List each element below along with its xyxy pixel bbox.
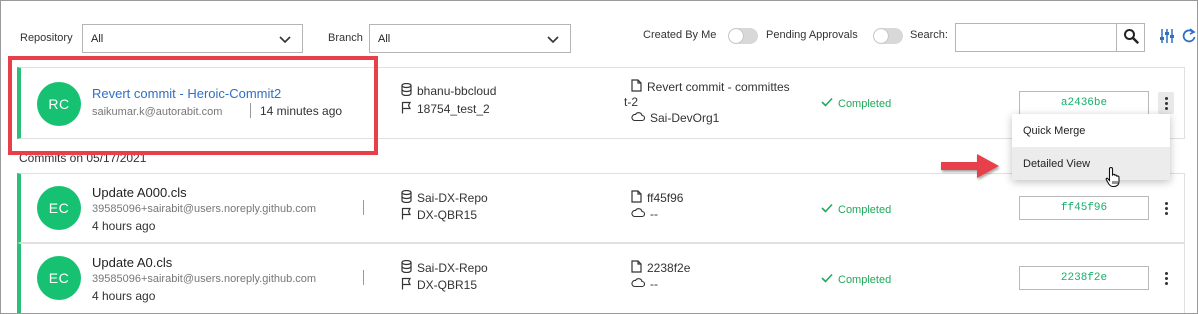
cloud-icon [631, 207, 646, 221]
org-info: -- [631, 207, 658, 221]
flag-icon [401, 207, 412, 223]
commit-ref: 2238f2e [647, 261, 691, 275]
repository-select[interactable]: All [82, 24, 303, 53]
separator [363, 270, 364, 285]
commit-ref-line1: Revert commit - committes [647, 80, 790, 94]
commit-author-email: 39585096+sairabit@users.noreply.github.c… [92, 273, 317, 285]
commit-row[interactable]: EC Update A0.cls 39585096+sairabit@users… [17, 243, 1185, 313]
more-options-icon[interactable] [1158, 197, 1174, 219]
toggle-knob [874, 29, 888, 43]
status-text: Completed [838, 273, 892, 286]
status-text: Completed [838, 203, 892, 216]
org-name: -- [650, 277, 658, 291]
status-text: Completed [838, 97, 892, 110]
status-badge: Completed [821, 203, 891, 216]
search-button[interactable] [1117, 23, 1145, 52]
check-icon [821, 97, 833, 110]
commit-title[interactable]: Update A0.cls [92, 255, 172, 270]
menu-item-detailed-view[interactable]: Detailed View [1012, 147, 1170, 180]
repository-info: Sai-DX-Repo [401, 259, 488, 276]
repository-label: Repository [20, 32, 73, 44]
toggle-knob [729, 29, 743, 43]
avatar: EC [37, 256, 81, 300]
org-name: -- [650, 207, 658, 221]
hand-cursor-icon [1105, 166, 1123, 191]
file-icon [631, 260, 642, 276]
commit-hash-button[interactable]: a2436be [1019, 91, 1149, 115]
repository-name: Sai-DX-Repo [417, 261, 488, 275]
separator [363, 200, 364, 215]
status-badge: Completed [821, 273, 891, 286]
flag-icon [401, 101, 412, 117]
branch-select-value: All [378, 33, 391, 45]
branch-select[interactable]: All [369, 24, 571, 53]
commit-hash-button[interactable]: 2238f2e [1019, 266, 1149, 290]
row-actions-menu: Quick Merge Detailed View [1012, 114, 1170, 180]
avatar: EC [37, 186, 81, 230]
branch-info: DX-QBR15 [401, 207, 477, 223]
commit-ref: ff45f96 [647, 191, 684, 205]
commit-ref-info: 2238f2e [631, 260, 690, 276]
branch-label: Branch [328, 32, 363, 44]
commit-ref-info: Revert commit - committes [631, 79, 790, 95]
org-info: Sai-DevOrg1 [631, 111, 719, 125]
status-badge: Completed [821, 97, 891, 110]
org-info: -- [631, 277, 658, 291]
database-icon [401, 82, 412, 99]
cloud-icon [631, 277, 646, 291]
filter-settings-icon[interactable] [1159, 28, 1175, 47]
flag-icon [401, 277, 412, 293]
annotation-arrow-icon [939, 151, 1003, 184]
repository-info: Sai-DX-Repo [401, 189, 488, 206]
commit-time: 4 hours ago [92, 289, 156, 303]
branch-info: 18754_test_2 [401, 101, 490, 117]
branch-name: DX-QBR15 [417, 208, 478, 222]
org-name: Sai-DevOrg1 [650, 111, 720, 125]
commit-time: 4 hours ago [92, 219, 156, 233]
cloud-icon [631, 111, 646, 125]
check-icon [821, 203, 833, 216]
commit-ref-info: ff45f96 [631, 190, 683, 206]
search-icon [1123, 28, 1139, 47]
repository-select-value: All [91, 33, 104, 45]
pending-approvals-label: Pending Approvals [766, 29, 858, 41]
annotation-highlight-box [8, 56, 378, 155]
refresh-icon[interactable] [1182, 28, 1196, 47]
commit-author-email: 39585096+sairabit@users.noreply.github.c… [92, 203, 317, 215]
created-by-me-toggle[interactable] [728, 28, 758, 44]
search-input[interactable] [955, 23, 1117, 52]
repository-info: bhanu-bbcloud [401, 82, 497, 99]
chevron-down-icon [546, 32, 560, 49]
repository-name: Sai-DX-Repo [417, 191, 488, 205]
pending-approvals-toggle[interactable] [873, 28, 903, 44]
commit-row[interactable]: EC Update A000.cls 39585096+sairabit@use… [17, 173, 1185, 243]
branch-name: 18754_test_2 [417, 102, 490, 116]
more-options-icon[interactable] [1158, 267, 1174, 289]
check-icon [821, 273, 833, 286]
chevron-down-icon [278, 32, 292, 49]
commit-hash-button[interactable]: ff45f96 [1019, 196, 1149, 220]
commits-panel: Repository All Branch All Created By Me … [0, 0, 1198, 314]
commit-ref-line2: t-2 [624, 95, 639, 109]
commit-title[interactable]: Update A000.cls [92, 185, 187, 200]
file-icon [631, 190, 642, 206]
database-icon [401, 189, 412, 206]
branch-name: DX-QBR15 [417, 278, 478, 292]
more-options-icon[interactable] [1158, 92, 1174, 114]
created-by-me-label: Created By Me [643, 29, 717, 41]
search-label: Search: [910, 29, 948, 41]
database-icon [401, 259, 412, 276]
branch-info: DX-QBR15 [401, 277, 477, 293]
menu-item-quick-merge[interactable]: Quick Merge [1012, 114, 1170, 147]
repository-name: bhanu-bbcloud [417, 84, 497, 98]
file-icon [631, 79, 642, 95]
